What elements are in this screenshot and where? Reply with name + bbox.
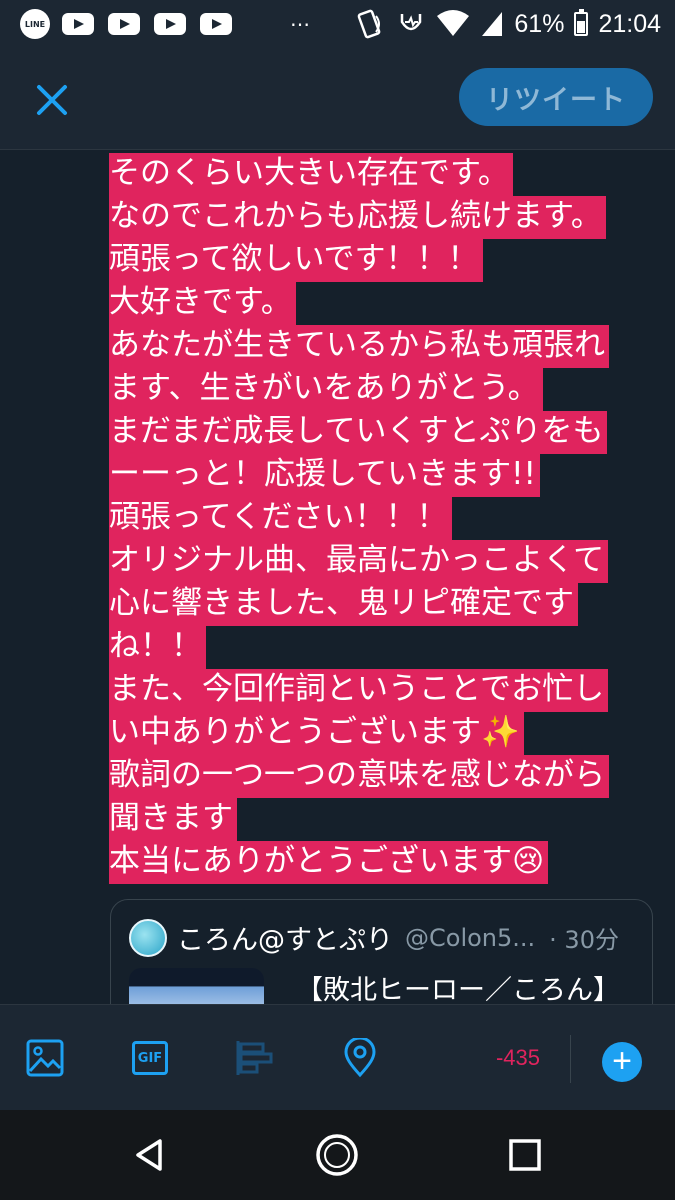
tweet-text-input[interactable]: そのくらい大きい存在です。 なのでこれからも応援し続けます。 頑張って欲しいです！！…	[109, 153, 654, 884]
line-icon: LINE	[20, 9, 50, 39]
highlighted-text: 心に響きました、鬼リピ確定です	[109, 583, 578, 626]
highlighted-text: ーーっと！応援していきます!!	[109, 454, 540, 497]
tweet-text-line: ます、生きがいをありがとう。	[109, 368, 654, 411]
highlighted-text: ます、生きがいをありがとう。	[109, 368, 543, 411]
highlighted-text: なのでこれからも応援し続けます。	[109, 196, 606, 239]
highlighted-text: 大好きです。	[109, 282, 296, 325]
location-icon[interactable]	[340, 1038, 380, 1078]
youtube-icon	[62, 13, 94, 35]
wifi-icon	[436, 10, 470, 38]
recents-icon[interactable]	[502, 1132, 548, 1178]
tweet-text-line: 頑張って欲しいです！！！	[109, 239, 654, 282]
highlighted-text: また、今回作詞ということでお忙し	[109, 669, 609, 712]
highlighted-text: 歌詞の一つ一つの意味を感じながら	[109, 755, 609, 798]
nfc-icon	[356, 8, 386, 40]
notification-icons: LINE …	[20, 7, 312, 39]
tweet-text-line: まだまだ成長していくすとぷりをも	[109, 411, 654, 454]
compose-header: リツイート	[0, 50, 675, 150]
battery-icon	[574, 9, 589, 36]
youtube-icon	[108, 13, 140, 35]
home-icon[interactable]	[314, 1132, 360, 1178]
cell-signal-icon	[480, 10, 504, 38]
highlighted-text: まだまだ成長していくすとぷりをも	[109, 411, 608, 454]
highlighted-text: 頑張って欲しいです！！！	[109, 239, 483, 282]
toolbar-divider	[570, 1035, 571, 1083]
close-icon[interactable]	[30, 78, 74, 122]
navigation-bar	[0, 1110, 675, 1200]
character-counter: -435	[495, 1045, 541, 1070]
image-icon[interactable]	[25, 1038, 65, 1078]
tweet-text-line: そのくらい大きい存在です。	[109, 153, 654, 196]
tweet-text-line: ーーっと！応援していきます!!	[109, 454, 654, 497]
quoted-tweet-text: 【敗北ヒーロー／ころん】	[296, 975, 620, 1006]
quoted-user-name: ころん@すとぷり	[177, 925, 393, 956]
system-icons: 61% 21:04	[356, 8, 661, 40]
battery-percent: 61%	[514, 9, 565, 38]
compose-toolbar: GIF -435 +	[0, 1004, 675, 1110]
compose-area[interactable]: そのくらい大きい存在です。 なのでこれからも応援し続けます。 頑張って欲しいです！！…	[0, 151, 675, 1004]
tweet-text-line: あなたが生きているから私も頑張れ	[109, 325, 654, 368]
status-bar: LINE … 61% 21:04	[0, 0, 675, 50]
tweet-text-line: ね！！	[109, 626, 654, 669]
quoted-tweet-header: ころん@すとぷり @Colon5... · 30分	[129, 918, 619, 957]
tweet-text-line: 本当にありがとうございます😢	[109, 841, 654, 884]
highlighted-text: 聞きます	[109, 798, 237, 841]
heart-rate-icon	[396, 8, 426, 40]
tweet-text-line: オリジナル曲、最高にかっこよくて	[109, 540, 654, 583]
back-icon[interactable]	[127, 1132, 173, 1178]
tweet-text-line: 心に響きました、鬼リピ確定です	[109, 583, 654, 626]
tweet-text-line: 大好きです。	[109, 282, 654, 325]
tweet-text-line: 歌詞の一つ一つの意味を感じながら	[109, 755, 654, 798]
retweet-button[interactable]: リツイート	[459, 68, 653, 126]
highlighted-text: 本当にありがとうございます😢	[109, 841, 549, 884]
highlighted-text: そのくらい大きい存在です。	[109, 153, 513, 196]
highlighted-text: あなたが生きているから私も頑張れ	[109, 325, 609, 368]
highlighted-text: い中ありがとうございます✨	[109, 712, 524, 755]
tweet-text-line: 聞きます	[109, 798, 654, 841]
avatar	[129, 918, 167, 957]
more-dots-icon: …	[290, 7, 312, 31]
gif-button[interactable]: GIF	[130, 1038, 170, 1078]
tweet-text-line: 頑張ってください！！！	[109, 497, 654, 540]
youtube-icon	[154, 13, 186, 35]
quoted-tweet-time: · 30分	[549, 926, 619, 954]
poll-icon[interactable]	[235, 1038, 275, 1078]
youtube-icon	[200, 13, 232, 35]
clock: 21:04	[598, 9, 661, 38]
tweet-text-line: い中ありがとうございます✨	[109, 712, 654, 755]
tweet-text-line: なのでこれからも応援し続けます。	[109, 196, 654, 239]
highlighted-text: ね！！	[109, 626, 206, 669]
highlighted-text: オリジナル曲、最高にかっこよくて	[109, 540, 609, 583]
quoted-user-handle: @Colon5...	[405, 923, 536, 952]
gif-icon: GIF	[132, 1041, 168, 1075]
add-tweet-button[interactable]: +	[602, 1042, 642, 1082]
highlighted-text: 頑張ってください！！！	[109, 497, 452, 540]
tweet-text-line: また、今回作詞ということでお忙し	[109, 669, 654, 712]
